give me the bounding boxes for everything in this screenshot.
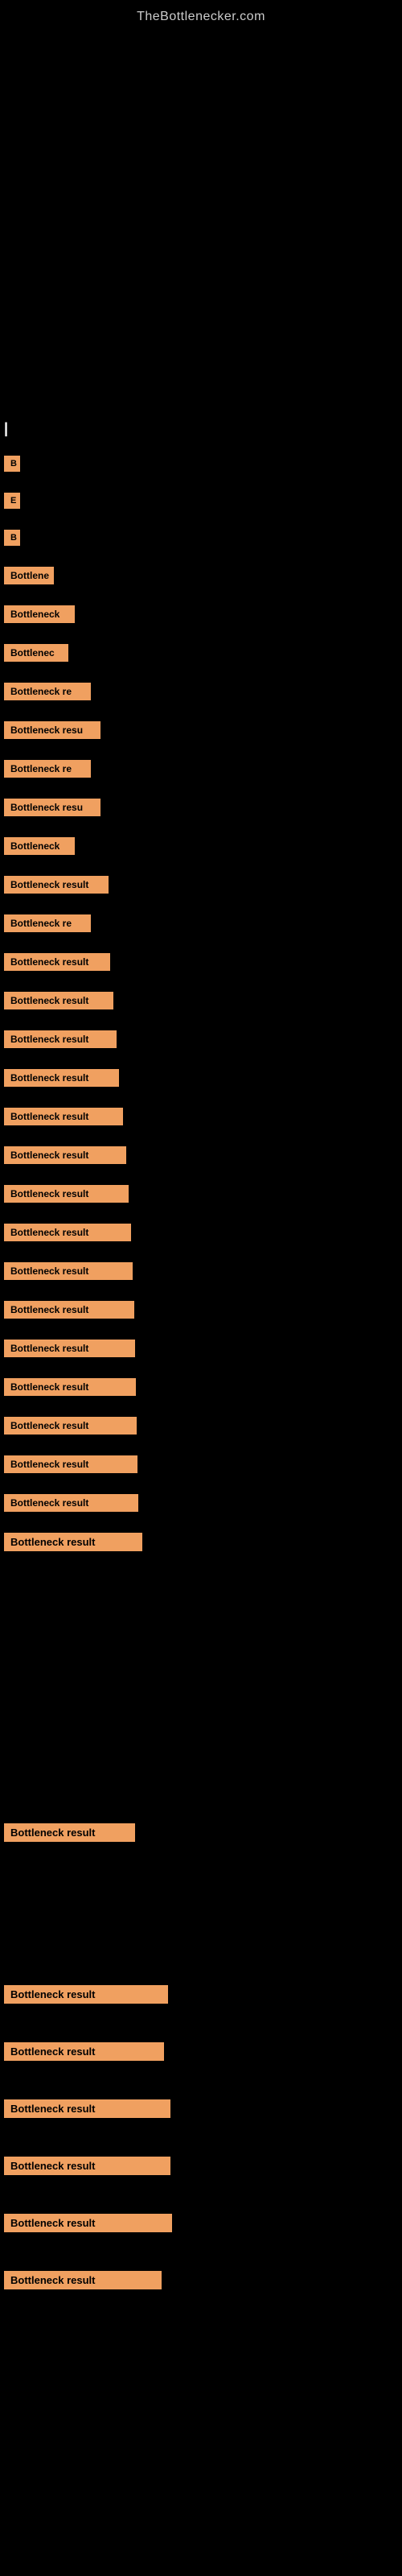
bottleneck-label-24: Bottleneck result xyxy=(4,1340,135,1357)
bottleneck-label-2: E xyxy=(4,493,20,509)
bottleneck-label-30: Bottleneck result xyxy=(4,1823,135,1842)
cursor-indicator: | xyxy=(4,420,8,437)
bottleneck-label-20: Bottleneck result xyxy=(4,1185,129,1203)
bottleneck-label-31: Bottleneck result xyxy=(4,1985,168,2004)
bottleneck-label-32: Bottleneck result xyxy=(4,2042,164,2061)
bottleneck-label-18: Bottleneck result xyxy=(4,1108,123,1125)
bottleneck-label-27: Bottleneck result xyxy=(4,1455,137,1473)
bottleneck-label-17: Bottleneck result xyxy=(4,1069,119,1087)
bottleneck-label-1: B xyxy=(4,456,20,472)
bottleneck-label-35: Bottleneck result xyxy=(4,2214,172,2232)
bottleneck-label-4: Bottlene xyxy=(4,567,54,584)
bottleneck-label-12: Bottleneck result xyxy=(4,876,109,894)
bottleneck-label-19: Bottleneck result xyxy=(4,1146,126,1164)
bottleneck-label-26: Bottleneck result xyxy=(4,1417,137,1435)
bottleneck-label-23: Bottleneck result xyxy=(4,1301,134,1319)
bottleneck-label-21: Bottleneck result xyxy=(4,1224,131,1241)
bottleneck-label-10: Bottleneck resu xyxy=(4,799,100,816)
bottleneck-label-11: Bottleneck xyxy=(4,837,75,855)
bottleneck-label-9: Bottleneck re xyxy=(4,760,91,778)
bottleneck-label-7: Bottleneck re xyxy=(4,683,91,700)
bottleneck-label-34: Bottleneck result xyxy=(4,2157,170,2175)
bottleneck-label-33: Bottleneck result xyxy=(4,2099,170,2118)
bottleneck-label-22: Bottleneck result xyxy=(4,1262,133,1280)
bottleneck-label-28: Bottleneck result xyxy=(4,1494,138,1512)
bottleneck-label-5: Bottleneck xyxy=(4,605,75,623)
bottleneck-label-25: Bottleneck result xyxy=(4,1378,136,1396)
bottleneck-label-8: Bottleneck resu xyxy=(4,721,100,739)
site-title: TheBottlenecker.com xyxy=(0,0,402,31)
bottleneck-label-16: Bottleneck result xyxy=(4,1030,117,1048)
bottleneck-label-6: Bottlenec xyxy=(4,644,68,662)
bottleneck-label-29: Bottleneck result xyxy=(4,1533,142,1551)
bottleneck-label-15: Bottleneck result xyxy=(4,992,113,1009)
bottleneck-label-36: Bottleneck result xyxy=(4,2271,162,2289)
bottleneck-label-13: Bottleneck re xyxy=(4,914,91,932)
bottleneck-label-3: B xyxy=(4,530,20,546)
bottleneck-label-14: Bottleneck result xyxy=(4,953,110,971)
